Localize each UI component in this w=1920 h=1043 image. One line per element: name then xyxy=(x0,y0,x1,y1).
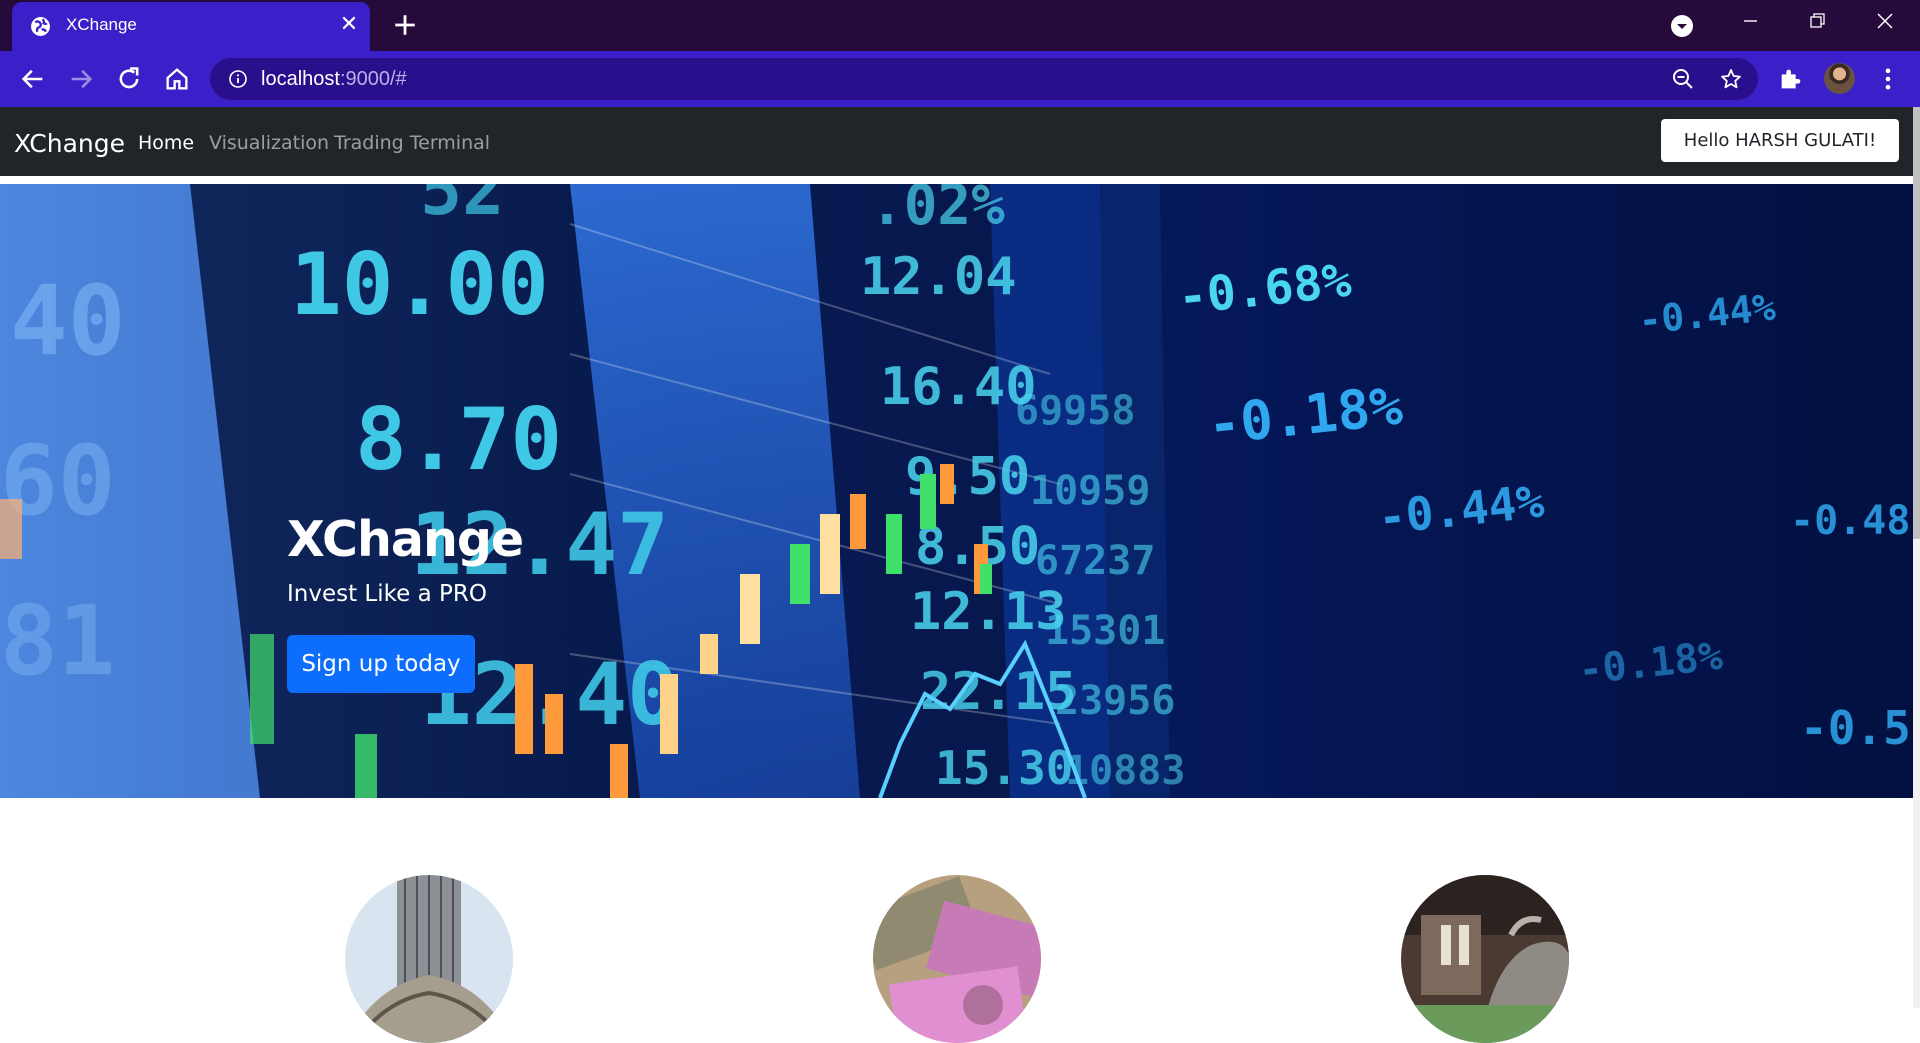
site-navbar: XChange Home Visualization Trading Termi… xyxy=(0,107,1920,176)
hero-subtitle: Invest Like a PRO xyxy=(287,581,487,607)
currency-notes-image xyxy=(873,875,1041,1043)
new-tab-icon[interactable] xyxy=(392,12,418,38)
page-scrollbar[interactable] xyxy=(1913,107,1920,1008)
browser-menu-icon[interactable] xyxy=(1874,65,1902,93)
address-bar[interactable]: localhost:9000/# xyxy=(210,58,1758,100)
hero-title: XChange xyxy=(287,511,524,568)
navbar-brand[interactable]: XChange xyxy=(14,129,125,158)
svg-text:12.04: 12.04 xyxy=(860,247,1017,307)
site-info-icon[interactable] xyxy=(228,69,248,89)
signup-button[interactable]: Sign up today xyxy=(287,635,475,693)
scrollbar-thumb[interactable] xyxy=(1913,107,1920,539)
forward-icon[interactable] xyxy=(67,65,95,93)
svg-text:16.40: 16.40 xyxy=(880,357,1037,417)
nav-link-trading-terminal[interactable]: Trading Terminal xyxy=(334,132,490,154)
tab-close-icon[interactable]: ✕ xyxy=(338,12,360,38)
back-icon[interactable] xyxy=(19,65,47,93)
profile-avatar[interactable] xyxy=(1824,63,1855,94)
svg-text:81: 81 xyxy=(0,585,116,697)
svg-text:8.70: 8.70 xyxy=(355,390,562,490)
nav-link-visualization[interactable]: Visualization xyxy=(209,132,329,154)
svg-text:.02%: .02% xyxy=(870,184,1005,238)
browser-tab[interactable]: XChange ✕ xyxy=(12,2,370,51)
nav-link-home[interactable]: Home xyxy=(138,132,194,154)
home-icon[interactable] xyxy=(163,65,191,93)
stock-exchange-building-image xyxy=(345,875,513,1043)
minimize-icon[interactable] xyxy=(1730,6,1770,36)
extensions-puzzle-icon[interactable] xyxy=(1777,65,1805,93)
stock-ticker-background: 40 60 81 10.00 8.70 12.47 12.40 12.04 16… xyxy=(0,184,1913,798)
svg-text:10959: 10959 xyxy=(1030,468,1150,514)
restore-icon[interactable] xyxy=(1797,6,1837,36)
url-path: :9000/# xyxy=(339,68,407,90)
tab-title: XChange xyxy=(66,15,137,34)
tab-search-icon[interactable] xyxy=(1670,14,1694,38)
svg-text:-0.48: -0.48 xyxy=(1790,498,1910,544)
svg-text:69958: 69958 xyxy=(1015,388,1135,434)
svg-text:10.00: 10.00 xyxy=(290,235,549,335)
hero-banner: 40 60 81 10.00 8.70 12.47 12.40 12.04 16… xyxy=(0,184,1913,798)
svg-text:15301: 15301 xyxy=(1045,608,1165,654)
url-text[interactable]: localhost:9000/# xyxy=(261,68,407,91)
browser-toolbar: localhost:9000/# xyxy=(0,51,1920,107)
close-window-icon[interactable] xyxy=(1865,6,1905,36)
bookmark-star-icon[interactable] xyxy=(1719,67,1743,91)
url-host: localhost xyxy=(261,68,340,90)
svg-text:-0.5: -0.5 xyxy=(1800,701,1911,755)
svg-text:52: 52 xyxy=(420,184,504,231)
user-greeting-button[interactable]: Hello HARSH GULATI! xyxy=(1661,119,1899,162)
zoom-icon[interactable] xyxy=(1672,68,1694,90)
bull-statue-image xyxy=(1401,875,1569,1043)
svg-text:23956: 23956 xyxy=(1055,678,1175,724)
svg-text:67237: 67237 xyxy=(1035,538,1155,584)
browser-tab-strip: XChange ✕ xyxy=(0,0,1920,51)
reload-icon[interactable] xyxy=(115,65,143,93)
globe-icon xyxy=(31,17,50,36)
svg-text:40: 40 xyxy=(10,265,126,377)
svg-text:15.30: 15.30 xyxy=(935,741,1073,795)
